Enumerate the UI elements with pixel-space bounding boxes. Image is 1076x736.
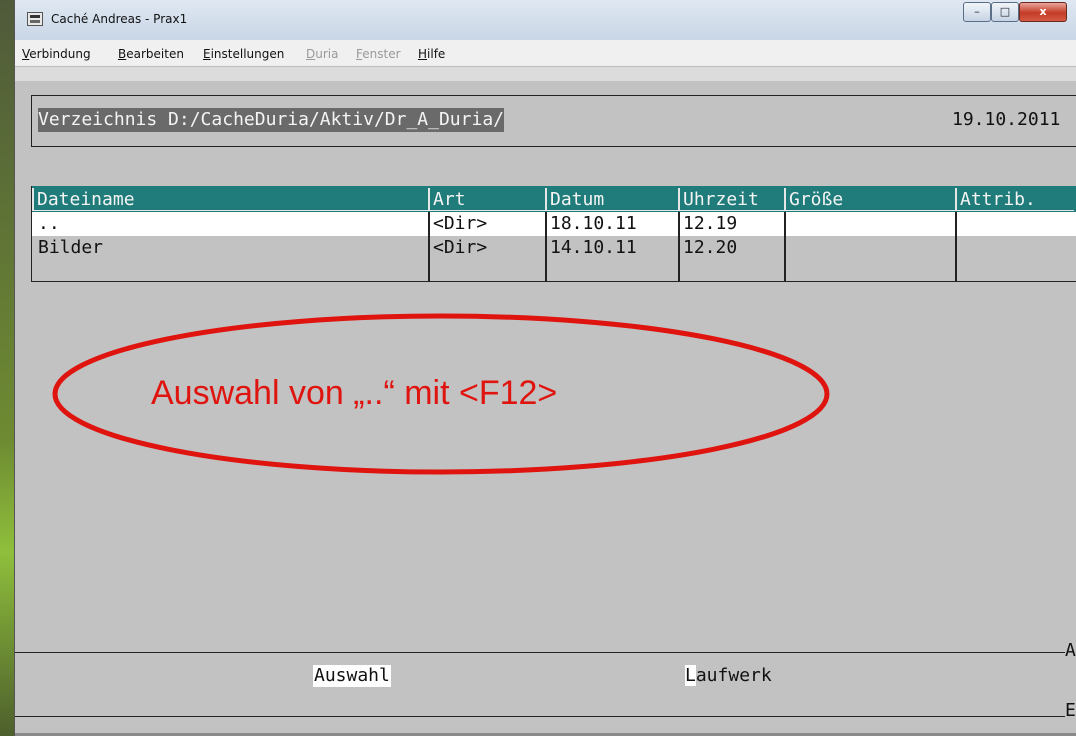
cell-art: <Dir> [428,212,545,236]
truncated-label-top: A [1065,640,1076,661]
annotation-text: Auswahl von „..“ mit <F12> [151,374,558,412]
cell-dateiname: .. [38,213,60,234]
cell-art: <Dir> [428,236,545,260]
column-divider [678,260,784,281]
minimize-button[interactable]: – [963,2,991,22]
menu-bar: Verbindung Bearbeiten Einstellungen Duri… [15,40,1076,67]
function-key-auswahl[interactable]: Auswahl [313,665,391,687]
current-date: 19.10.2011 [952,109,1061,130]
title-bar[interactable]: Caché Andreas - Prax1 – □ x [15,0,1076,41]
app-icon[interactable] [27,12,43,26]
column-header-uhrzeit[interactable]: Uhrzeit [678,188,784,211]
column-header-dateiname[interactable]: Dateiname [32,188,428,211]
menu-bearbeiten[interactable]: Bearbeiten [118,47,184,61]
table-row[interactable]: .. <Dir> 18.10.11 12.19 [32,212,1076,236]
cell-groesse [784,212,955,236]
cell-datum: 18.10.11 [545,212,678,236]
table-row[interactable]: Bilder <Dir> 14.10.11 12.20 [32,236,1076,260]
cell-groesse [784,236,955,260]
directory-path: Verzeichnis D:/CacheDuria/Aktiv/Dr_A_Dur… [38,108,504,132]
column-header-datum[interactable]: Datum [545,188,678,211]
cell-datum: 14.10.11 [545,236,678,260]
column-header-attrib[interactable]: Attrib. [955,188,1074,211]
cell-attrib [955,236,1076,260]
menu-separator [15,67,1076,81]
menu-verbindung[interactable]: Verbindung [22,47,91,61]
function-key-laufwerk[interactable]: Laufwerk [685,665,772,687]
column-header-art[interactable]: Art [428,188,545,211]
cell-uhrzeit: 12.20 [678,236,784,260]
column-divider [784,260,955,281]
cell-attrib [955,212,1076,236]
column-divider [545,260,678,281]
footer-divider [15,652,1065,653]
menu-fenster[interactable]: Fenster [356,47,401,61]
truncated-label-bottom: E [1065,700,1076,721]
close-button[interactable]: x [1019,2,1067,22]
cell-uhrzeit: 12.19 [678,212,784,236]
directory-header: Verzeichnis D:/CacheDuria/Aktiv/Dr_A_Dur… [31,95,1076,147]
app-window: Caché Andreas - Prax1 – □ x Verbindung B… [14,0,1076,736]
column-divider [955,260,1076,281]
window-title: Caché Andreas - Prax1 [51,12,188,26]
file-table: Dateiname Art Datum Uhrzeit Größe Attrib… [31,186,1076,282]
column-header-groesse[interactable]: Größe [784,188,955,211]
menu-duria[interactable]: Duria [306,47,338,61]
table-header: Dateiname Art Datum Uhrzeit Größe Attrib… [32,186,1076,212]
desktop-background [0,0,14,736]
maximize-button[interactable]: □ [991,2,1019,22]
menu-einstellungen[interactable]: Einstellungen [203,47,284,61]
cell-dateiname: Bilder [38,237,104,258]
footer-divider [15,716,1065,717]
column-divider [428,260,545,281]
menu-hilfe[interactable]: Hilfe [418,47,445,61]
